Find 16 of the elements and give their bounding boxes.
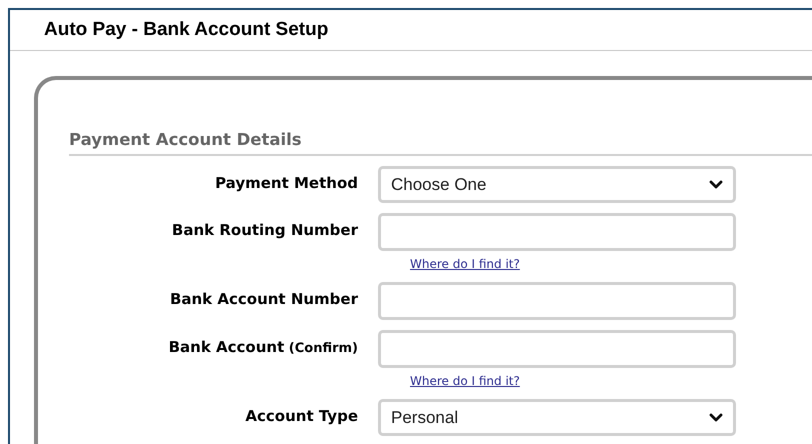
input-field[interactable] <box>378 330 736 368</box>
section-heading: Payment Account Details <box>69 130 302 149</box>
help-link[interactable]: Where do I find it? <box>410 256 520 272</box>
chevron-down-icon <box>709 412 723 422</box>
input-field[interactable] <box>378 213 736 251</box>
window-title: Auto Pay - Bank Account Setup <box>44 18 328 42</box>
field-label: Account Type <box>245 407 358 425</box>
dropdown[interactable]: Personal <box>378 399 736 436</box>
dropdown[interactable]: Choose One <box>378 166 736 203</box>
field-label: Bank Account Number <box>170 290 358 308</box>
chevron-down-icon <box>709 180 723 190</box>
input-field[interactable] <box>378 282 736 320</box>
field-label: Payment Method <box>215 174 358 192</box>
field-label: Bank Routing Number <box>172 221 358 239</box>
field-label: Bank Account (Confirm) <box>168 338 358 356</box>
help-link[interactable]: Where do I find it? <box>410 373 520 389</box>
